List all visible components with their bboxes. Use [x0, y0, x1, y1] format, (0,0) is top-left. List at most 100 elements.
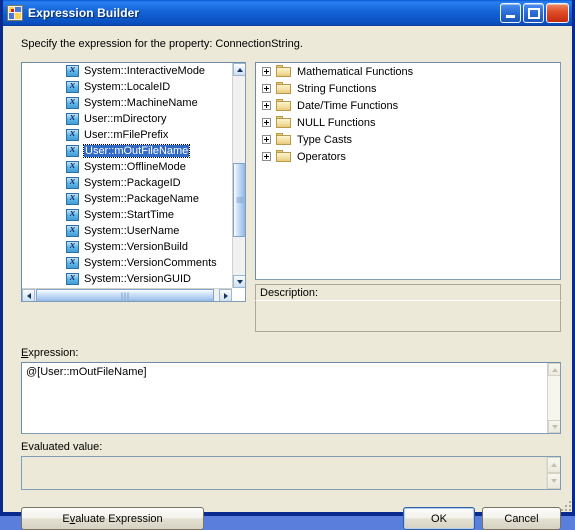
- description-text: [255, 300, 561, 332]
- cancel-label: Cancel: [504, 512, 539, 525]
- list-item-label: System::PackageName: [84, 193, 199, 205]
- folder-icon: [276, 133, 292, 146]
- expand-plus-icon[interactable]: [262, 101, 271, 110]
- variable-icon: [66, 64, 79, 77]
- minimize-button[interactable]: [500, 3, 521, 23]
- folder-icon: [276, 65, 292, 78]
- window-title: Expression Builder: [28, 6, 140, 20]
- expand-plus-icon[interactable]: [262, 152, 271, 161]
- variable-icon: [66, 272, 79, 285]
- list-item-label: User::mDirectory: [84, 113, 167, 125]
- scroll-down-icon[interactable]: [233, 275, 245, 288]
- list-item[interactable]: System::PackageName: [22, 191, 232, 207]
- variable-icon: [66, 224, 79, 237]
- list-item-label: System::OfflineMode: [84, 161, 186, 173]
- evaluate-expression-button[interactable]: Evaluate Expression: [21, 507, 204, 530]
- variable-icon: [66, 208, 79, 221]
- list-item[interactable]: System::VersionGUID: [22, 271, 232, 287]
- tree-node[interactable]: Type Casts: [256, 131, 560, 148]
- folder-icon: [276, 99, 292, 112]
- spinner-down-icon[interactable]: [547, 473, 560, 489]
- description-header: Description:: [255, 284, 561, 300]
- resize-grip[interactable]: [559, 499, 571, 511]
- variable-icon: [66, 128, 79, 141]
- variables-list-items: System::InteractiveModeSystem::LocaleIDS…: [22, 63, 232, 301]
- expand-plus-icon[interactable]: [262, 67, 271, 76]
- cancel-button[interactable]: Cancel: [482, 507, 561, 530]
- variable-icon: [66, 96, 79, 109]
- variable-icon: [66, 256, 79, 269]
- scroll-right-icon[interactable]: [219, 289, 232, 301]
- list-item-label: System::StartTime: [84, 209, 175, 221]
- variable-icon: [66, 240, 79, 253]
- list-item[interactable]: User::mDirectory: [22, 111, 232, 127]
- ok-button[interactable]: OK: [403, 507, 475, 530]
- expression-builder-icon: [7, 5, 23, 21]
- scroll-up-icon[interactable]: [548, 363, 560, 376]
- variable-icon: [66, 176, 79, 189]
- horizontal-scroll-thumb[interactable]: [36, 289, 214, 301]
- tree-node[interactable]: Operators: [256, 148, 560, 165]
- list-item[interactable]: User::mFilePrefix: [22, 127, 232, 143]
- expression-value: @[User::mOutFileName]: [26, 366, 147, 378]
- dialog-body: Specify the expression for the property:…: [3, 26, 572, 530]
- list-item[interactable]: System::MachineName: [22, 95, 232, 111]
- expand-plus-icon[interactable]: [262, 84, 271, 93]
- tree-node-label: NULL Functions: [297, 116, 376, 129]
- spinner-up-icon[interactable]: [547, 457, 560, 473]
- list-item[interactable]: System::VersionBuild: [22, 239, 232, 255]
- list-item-label: System::PackageID: [84, 177, 181, 189]
- folder-icon: [276, 150, 292, 163]
- expand-plus-icon[interactable]: [262, 135, 271, 144]
- scroll-left-icon[interactable]: [22, 289, 35, 301]
- expand-plus-icon[interactable]: [262, 118, 271, 127]
- title-bar[interactable]: Expression Builder: [3, 0, 572, 26]
- expression-input[interactable]: @[User::mOutFileName]: [21, 362, 561, 434]
- list-item[interactable]: System::LocaleID: [22, 79, 232, 95]
- variable-icon: [66, 112, 79, 125]
- functions-tree[interactable]: Mathematical Functions String Functions Da…: [255, 62, 561, 280]
- scroll-up-icon[interactable]: [233, 63, 245, 76]
- list-item[interactable]: System::StartTime: [22, 207, 232, 223]
- list-item[interactable]: System::VersionComments: [22, 255, 232, 271]
- list-item[interactable]: System::OfflineMode: [22, 159, 232, 175]
- tree-node[interactable]: Date/Time Functions: [256, 97, 560, 114]
- variable-icon: [66, 160, 79, 173]
- variable-icon: [66, 192, 79, 205]
- vertical-scroll-thumb[interactable]: [233, 163, 245, 237]
- tree-node[interactable]: String Functions: [256, 80, 560, 97]
- list-item-label: System::VersionComments: [84, 257, 217, 269]
- folder-icon: [276, 116, 292, 129]
- list-item[interactable]: System::PackageID: [22, 175, 232, 191]
- evaluated-value-output: [21, 456, 561, 490]
- scroll-down-icon[interactable]: [548, 420, 560, 433]
- tree-node[interactable]: Mathematical Functions: [256, 63, 560, 80]
- list-item-label: System::LocaleID: [84, 81, 171, 93]
- evaluate-expression-label: Evaluate Expression: [62, 512, 163, 525]
- list-item-label: System::VersionGUID: [84, 273, 191, 285]
- list-item[interactable]: System::UserName: [22, 223, 232, 239]
- list-item-label: User::mFilePrefix: [84, 129, 169, 141]
- evaluated-value-spinner[interactable]: [546, 457, 560, 489]
- list-item-label: System::VersionBuild: [84, 241, 188, 253]
- description-group: Description:: [255, 284, 561, 332]
- expression-vertical-scrollbar[interactable]: [547, 363, 560, 433]
- variables-list[interactable]: System::InteractiveModeSystem::LocaleIDS…: [21, 62, 246, 302]
- list-item-label: System::UserName: [84, 225, 180, 237]
- list-item[interactable]: System::InteractiveMode: [22, 63, 232, 79]
- tree-node[interactable]: NULL Functions: [256, 114, 560, 131]
- variable-icon: [66, 80, 79, 93]
- list-item[interactable]: User::mOutFileName: [22, 143, 232, 159]
- tree-node-label: Operators: [297, 150, 346, 163]
- list-item-label: User::mOutFileName: [82, 144, 191, 158]
- folder-icon: [276, 82, 292, 95]
- variable-icon: [66, 144, 79, 157]
- variables-list-horizontal-scrollbar[interactable]: [22, 288, 232, 301]
- close-button[interactable]: [546, 3, 569, 23]
- ok-label: OK: [431, 512, 447, 525]
- expression-builder-dialog: Expression Builder Specify the expressio…: [0, 0, 575, 530]
- maximize-button[interactable]: [523, 3, 544, 23]
- window-controls: [500, 3, 569, 23]
- variables-list-vertical-scrollbar[interactable]: [232, 63, 245, 288]
- tree-node-label: Type Casts: [297, 133, 353, 146]
